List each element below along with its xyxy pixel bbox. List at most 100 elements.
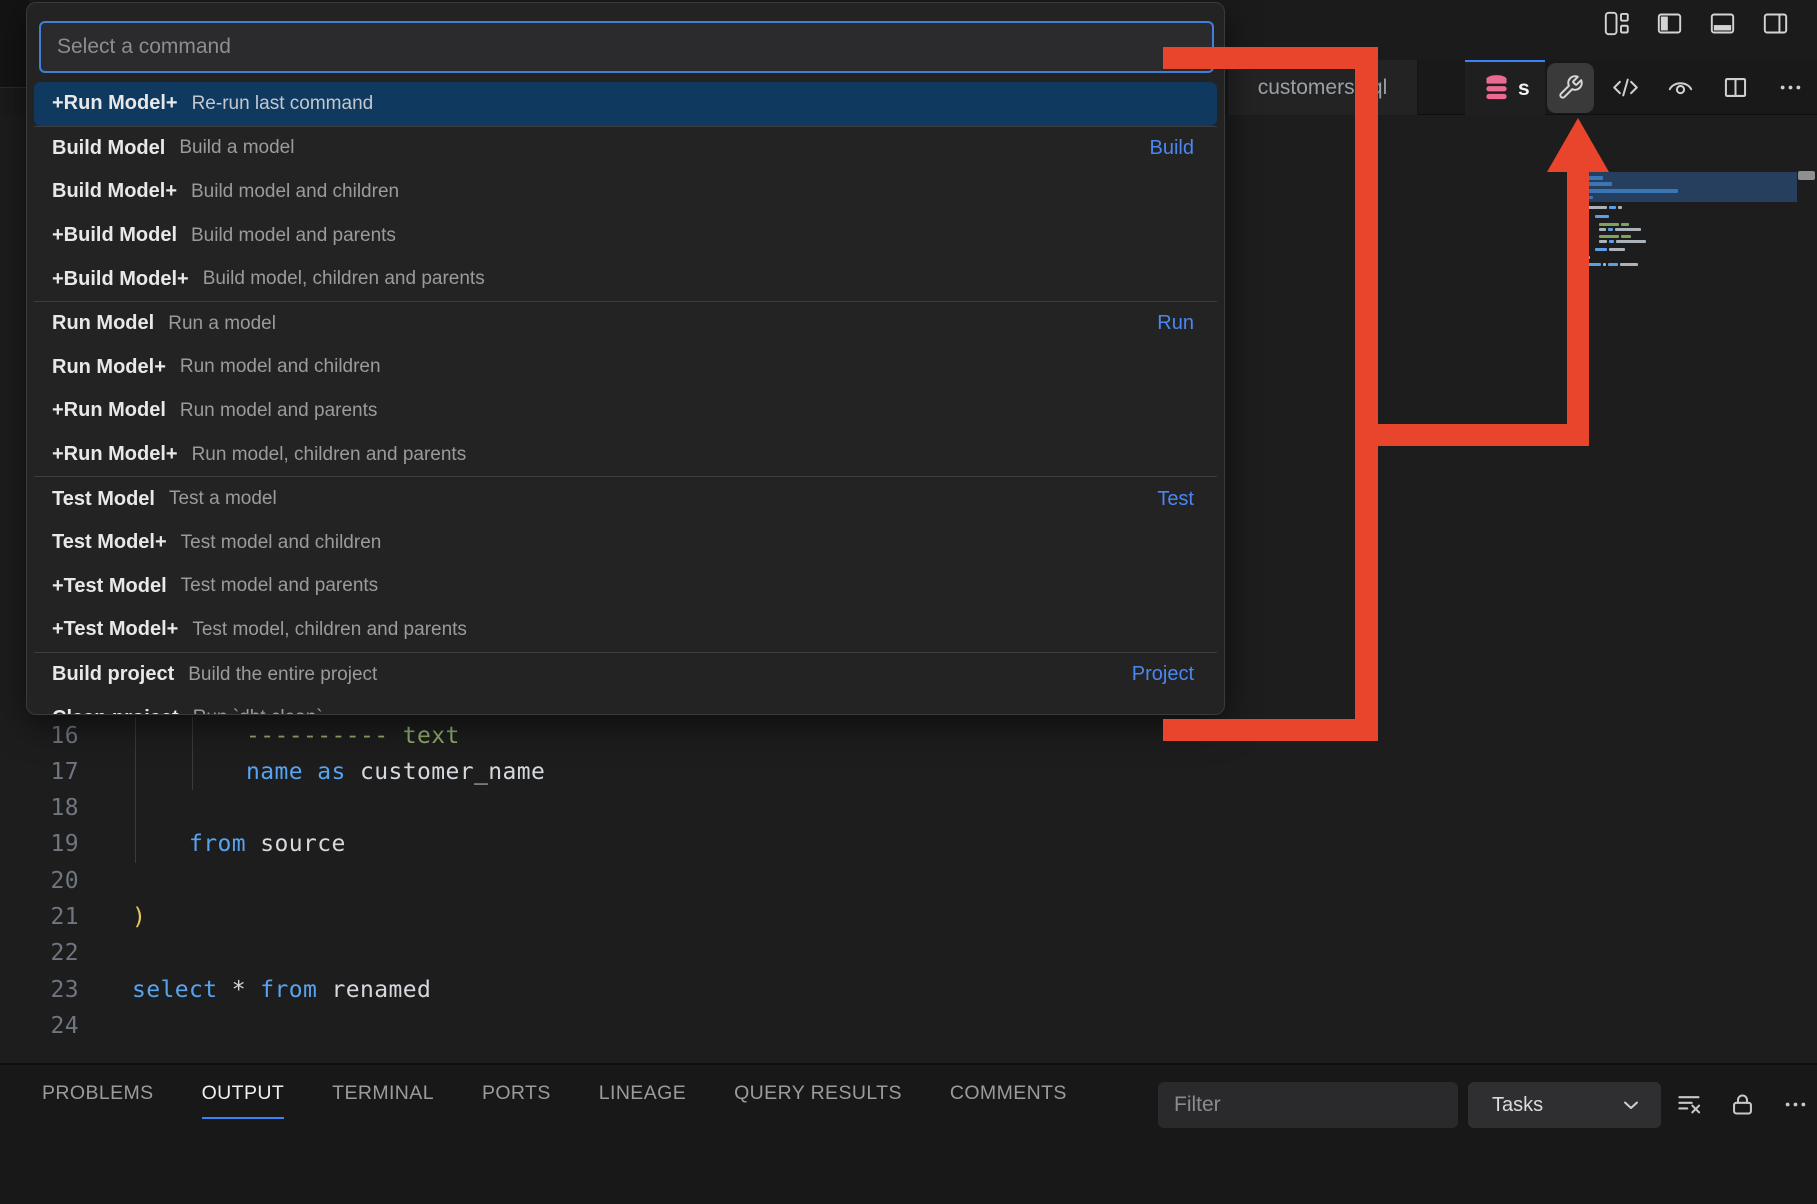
command-description: Run model and children [180, 356, 381, 378]
command-description: Test model and children [181, 532, 382, 554]
command-description: Build a model [179, 137, 294, 159]
command-label: Run Model [52, 312, 154, 335]
panel-tab-query-results[interactable]: QUERY RESULTS [734, 1082, 902, 1119]
code-line: 19 from source [0, 826, 1580, 863]
command-item[interactable]: Test Model+ Test model and children [27, 521, 1224, 565]
line-number: 18 [0, 795, 79, 821]
code-line: 21) [0, 899, 1580, 936]
command-item[interactable]: +Run Model+Re-run last command [34, 82, 1217, 126]
command-item[interactable]: Run Model+ Run model and children [27, 346, 1224, 390]
command-label: +Run Model+ [52, 443, 178, 466]
line-number: 17 [0, 759, 79, 785]
panel-tabs: PROBLEMS OUTPUT TERMINAL PORTS LINEAGE QUERY … [42, 1082, 1067, 1119]
command-label: +Test Model [52, 575, 167, 598]
command-list: +Run Model+Re-run last commandBuild Mode… [27, 82, 1224, 715]
command-label: +Run Model+ [52, 92, 178, 115]
command-category-link[interactable]: Test [1157, 488, 1194, 511]
code-line: 24 [0, 1007, 1580, 1044]
command-description: Run `dbt clean` [193, 707, 323, 715]
line-number: 22 [0, 940, 79, 966]
code-icon[interactable] [1602, 63, 1649, 113]
command-label: +Test Model+ [52, 618, 178, 641]
panel-tab-lineage[interactable]: LINEAGE [599, 1082, 686, 1119]
tab-label: s [1518, 77, 1530, 101]
tasks-dropdown[interactable]: Tasks [1468, 1082, 1661, 1128]
left-edge-strip [0, 0, 29, 88]
window-layout-controls [1598, 7, 1793, 39]
command-label: Build project [52, 663, 174, 686]
command-label: +Run Model [52, 399, 166, 422]
command-category-link[interactable]: Run [1157, 312, 1194, 335]
command-palette: +Run Model+Re-run last commandBuild Mode… [26, 2, 1225, 715]
command-label: +Build Model+ [52, 268, 189, 291]
command-item[interactable]: Run Model Run a model Run [27, 302, 1224, 346]
database-icon [1483, 74, 1510, 103]
line-number: 23 [0, 977, 79, 1003]
command-label: Test Model [52, 488, 155, 511]
command-item[interactable]: Clean projectRun `dbt clean` [27, 696, 1224, 715]
command-description: Test model, children and parents [192, 619, 467, 641]
lock-icon[interactable] [1725, 1087, 1759, 1121]
tab-active-sql-file[interactable]: s [1465, 60, 1545, 115]
command-item[interactable]: +Test ModelTest model and parents [27, 565, 1224, 609]
command-label: Test Model+ [52, 531, 167, 554]
arrow-head [1547, 118, 1609, 172]
command-input[interactable] [39, 21, 1214, 73]
command-item[interactable]: Test Model Test a model Test [27, 477, 1224, 521]
arrow-segment [1355, 424, 1589, 446]
command-label: Build Model+ [52, 180, 177, 203]
arrow-segment [1355, 47, 1378, 741]
more-panel-actions-icon[interactable] [1778, 1087, 1812, 1121]
command-description: Build model and children [191, 181, 399, 203]
command-item[interactable]: +Test Model+ Test model, children and par… [27, 608, 1224, 652]
command-description: Run a model [168, 313, 276, 335]
minimap-selection [1583, 172, 1797, 202]
indent-guide [192, 717, 193, 790]
command-description: Build the entire project [188, 664, 377, 686]
toggle-secondary-sidebar-icon[interactable] [1757, 7, 1793, 39]
panel-tab-output[interactable]: OUTPUT [202, 1082, 285, 1119]
panel-tab-problems[interactable]: PROBLEMS [42, 1082, 154, 1119]
command-item[interactable]: Build Model+ Build model and children [27, 170, 1224, 214]
panel-tab-ports[interactable]: PORTS [482, 1082, 551, 1119]
minimap[interactable] [1583, 170, 1797, 280]
command-category-link[interactable]: Project [1132, 663, 1194, 686]
split-editor-icon[interactable] [1712, 63, 1759, 113]
command-description: Run model, children and parents [192, 444, 467, 466]
arrow-segment [1567, 166, 1589, 446]
line-number: 24 [0, 1013, 79, 1039]
command-item[interactable]: +Build ModelBuild model and parents [27, 214, 1224, 258]
line-number: 19 [0, 831, 79, 857]
command-description: Build model and parents [191, 225, 396, 247]
command-item[interactable]: +Run Model+ Run model, children and paren… [27, 433, 1224, 477]
editor-scrollbar-thumb[interactable] [1798, 171, 1815, 180]
command-description: Run model and parents [180, 400, 378, 422]
code-line: 18 [0, 790, 1580, 827]
command-item[interactable]: Build Model Build a model Build [27, 127, 1224, 171]
code-line: 20 [0, 862, 1580, 899]
command-item[interactable]: +Run Model Run model and parents [27, 389, 1224, 433]
code-line: 23select * from renamed [0, 971, 1580, 1008]
line-number: 20 [0, 868, 79, 894]
command-item[interactable]: Build project Build the entire project Pro… [27, 653, 1224, 697]
panel-tab-comments[interactable]: COMMENTS [950, 1082, 1067, 1119]
arrow-segment [1163, 47, 1378, 69]
preview-eye-icon[interactable] [1657, 63, 1704, 113]
command-description: Test a model [169, 488, 277, 510]
more-actions-icon[interactable] [1767, 63, 1814, 113]
command-label: Build Model [52, 137, 165, 160]
filter-input[interactable] [1158, 1082, 1458, 1128]
command-item[interactable]: +Build Model+ Build model, children and p… [27, 257, 1224, 301]
wrench-icon[interactable] [1547, 63, 1594, 113]
indent-guide [135, 717, 136, 863]
toggle-panel-icon[interactable] [1704, 7, 1740, 39]
line-number: 21 [0, 904, 79, 930]
command-description: Build model, children and parents [203, 268, 485, 290]
toggle-primary-sidebar-icon[interactable] [1651, 7, 1687, 39]
command-label: Run Model+ [52, 356, 166, 379]
command-category-link[interactable]: Build [1150, 137, 1194, 160]
clear-output-icon[interactable] [1672, 1087, 1706, 1121]
customize-layout-icon[interactable] [1598, 7, 1634, 39]
panel-tab-terminal[interactable]: TERMINAL [332, 1082, 434, 1119]
line-number: 16 [0, 723, 79, 749]
